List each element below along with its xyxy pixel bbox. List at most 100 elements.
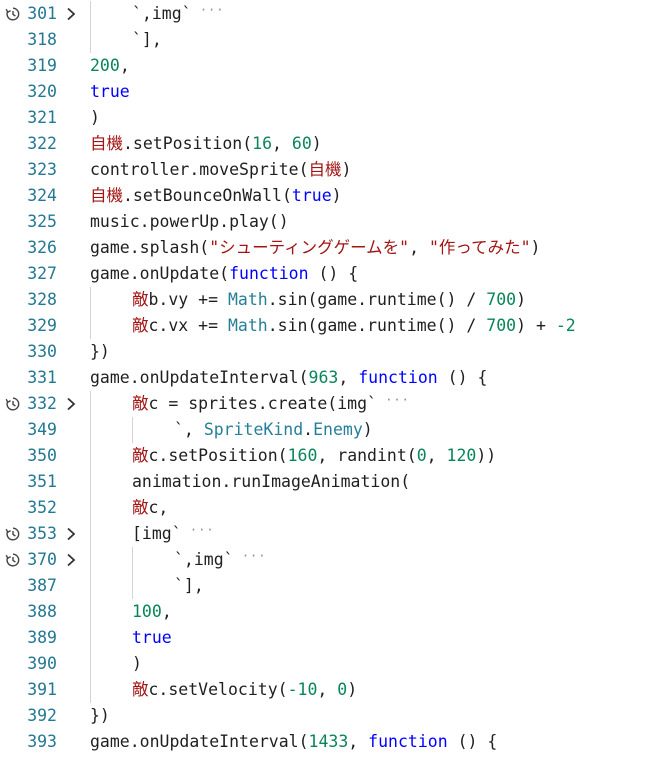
line-number: 353 bbox=[27, 524, 57, 543]
code-line[interactable]: 326 game.splash("シューティングゲームを", "作ってみた") bbox=[0, 235, 654, 261]
line-number: 351 bbox=[27, 472, 57, 491]
indent-guide bbox=[90, 521, 91, 547]
code-line[interactable]: 324 自機.setBounceOnWall(true) bbox=[0, 183, 654, 209]
line-number: 390 bbox=[27, 654, 57, 673]
code-text: }) bbox=[90, 703, 110, 729]
chevron-right-icon[interactable] bbox=[64, 527, 78, 541]
line-number: 320 bbox=[27, 82, 57, 101]
code-token: 700 bbox=[486, 316, 517, 335]
code-line[interactable]: 350 敵c.setPosition(160, randint(0, 120)) bbox=[0, 443, 654, 469]
code-token: 120 bbox=[446, 446, 477, 465]
folded-ellipsis[interactable]: ··· bbox=[192, 3, 225, 17]
line-number: 387 bbox=[27, 576, 57, 595]
indent-guide bbox=[90, 1, 91, 27]
indent-guide bbox=[90, 495, 91, 521]
code-line[interactable]: 352 敵c, bbox=[0, 495, 654, 521]
code-token: "シューティングゲームを" bbox=[209, 238, 410, 257]
code-line[interactable]: 320 true bbox=[0, 79, 654, 105]
code-line[interactable]: 389 true bbox=[0, 625, 654, 651]
line-number: 350 bbox=[27, 446, 57, 465]
code-line[interactable]: 349 `, SpriteKind.Enemy) bbox=[0, 417, 654, 443]
code-line[interactable]: 351 animation.runImageAnimation( bbox=[0, 469, 654, 495]
code-text: [img` ··· bbox=[132, 521, 215, 547]
code-token: b.vy += bbox=[148, 290, 228, 309]
code-token: , bbox=[317, 680, 338, 699]
code-token: ) bbox=[347, 680, 358, 699]
code-line[interactable]: 318 `], bbox=[0, 27, 654, 53]
code-line[interactable]: 387 `], bbox=[0, 573, 654, 599]
chevron-right-icon[interactable] bbox=[64, 553, 78, 567]
code-line[interactable]: 331 game.onUpdateInterval(963, function (… bbox=[0, 365, 654, 391]
code-token: ) bbox=[362, 420, 373, 439]
collapsed-region-icon[interactable] bbox=[5, 6, 21, 22]
code-line[interactable]: 322 自機.setPosition(16, 60) bbox=[0, 131, 654, 157]
chevron-right-icon[interactable] bbox=[64, 7, 78, 21]
code-line[interactable]: 325 music.powerUp.play() bbox=[0, 209, 654, 235]
code-token: () { bbox=[308, 264, 359, 283]
folded-ellipsis[interactable]: ··· bbox=[234, 549, 267, 563]
code-line[interactable]: 353 [img` ··· bbox=[0, 521, 654, 547]
code-token: 自機 bbox=[308, 160, 342, 179]
code-token: c.vx += bbox=[148, 316, 228, 335]
code-text: animation.runImageAnimation( bbox=[132, 469, 410, 495]
code-line[interactable]: 392}) bbox=[0, 703, 654, 729]
code-line[interactable]: 328 敵b.vy += Math.sin(game.runtime() / 70… bbox=[0, 287, 654, 313]
collapsed-region-icon[interactable] bbox=[5, 396, 21, 412]
code-line[interactable]: 319 200, bbox=[0, 53, 654, 79]
code-token: 200 bbox=[90, 56, 120, 75]
indent-guide bbox=[90, 599, 91, 625]
code-token: ) bbox=[516, 290, 527, 309]
code-line[interactable]: 321) bbox=[0, 105, 654, 131]
code-token: () { bbox=[447, 732, 498, 751]
line-number: 318 bbox=[27, 30, 57, 49]
code-line[interactable]: 393 game.onUpdateInterval(1433, function … bbox=[0, 729, 654, 755]
code-token: 敵 bbox=[132, 316, 149, 335]
code-token: 敵 bbox=[132, 680, 149, 699]
collapsed-region-icon[interactable] bbox=[5, 552, 21, 568]
folded-ellipsis[interactable]: ··· bbox=[377, 393, 410, 407]
line-number: 322 bbox=[27, 134, 57, 153]
code-line[interactable]: 370 `,img` ··· bbox=[0, 547, 654, 573]
code-line[interactable]: 301 `,img` ··· bbox=[0, 1, 654, 27]
code-token: true bbox=[291, 186, 332, 205]
code-line[interactable]: 330}) bbox=[0, 339, 654, 365]
code-token: ) bbox=[331, 186, 342, 205]
code-line[interactable]: 323 controller.moveSprite(自機) bbox=[0, 157, 654, 183]
code-line[interactable]: 391 敵c.setVelocity(-10, 0) bbox=[0, 677, 654, 703]
line-number: 326 bbox=[27, 238, 57, 257]
code-token: game.onUpdateInterval( bbox=[90, 732, 309, 751]
code-token: `], bbox=[132, 30, 162, 49]
code-text: 200, bbox=[90, 53, 130, 79]
code-token: Math bbox=[227, 316, 268, 335]
indent-guide bbox=[132, 547, 133, 573]
code-token: }) bbox=[90, 342, 110, 361]
indent-guide bbox=[90, 417, 91, 443]
chevron-right-icon[interactable] bbox=[64, 397, 78, 411]
code-text: music.powerUp.play() bbox=[90, 209, 289, 235]
code-token: )) bbox=[476, 446, 497, 465]
code-line[interactable]: 332 敵c = sprites.create(img` ··· bbox=[0, 391, 654, 417]
code-token: 自機 bbox=[90, 134, 123, 153]
indent-guide bbox=[90, 287, 91, 313]
code-line[interactable]: 390) bbox=[0, 651, 654, 677]
line-number: 324 bbox=[27, 186, 57, 205]
code-text: controller.moveSprite(自機) bbox=[90, 157, 351, 183]
code-editor[interactable]: 301 `,img` ··· 318 `], 319 200, 320 true 321) 322… bbox=[0, 0, 654, 763]
code-line[interactable]: 327 game.onUpdate(function () { bbox=[0, 261, 654, 287]
code-token: `,img` bbox=[174, 550, 234, 569]
line-number: 301 bbox=[27, 4, 57, 23]
code-text: game.onUpdateInterval(1433, function () … bbox=[90, 729, 497, 755]
indent-guide bbox=[90, 651, 91, 677]
code-token: game.onUpdateInterval( bbox=[90, 368, 309, 387]
code-token: .setPosition( bbox=[123, 134, 253, 153]
folded-ellipsis[interactable]: ··· bbox=[182, 523, 215, 537]
code-token: c = sprites.create(img` bbox=[148, 394, 377, 413]
code-text: 敵c, bbox=[132, 495, 168, 521]
code-token: , bbox=[348, 732, 369, 751]
code-line[interactable]: 329 敵c.vx += Math.sin(game.runtime() / 70… bbox=[0, 313, 654, 339]
collapsed-region-icon[interactable] bbox=[5, 526, 21, 542]
code-token: music.powerUp.play() bbox=[90, 212, 289, 231]
code-line[interactable]: 388 100, bbox=[0, 599, 654, 625]
code-token: 0 bbox=[416, 446, 427, 465]
indent-guide bbox=[90, 27, 91, 53]
